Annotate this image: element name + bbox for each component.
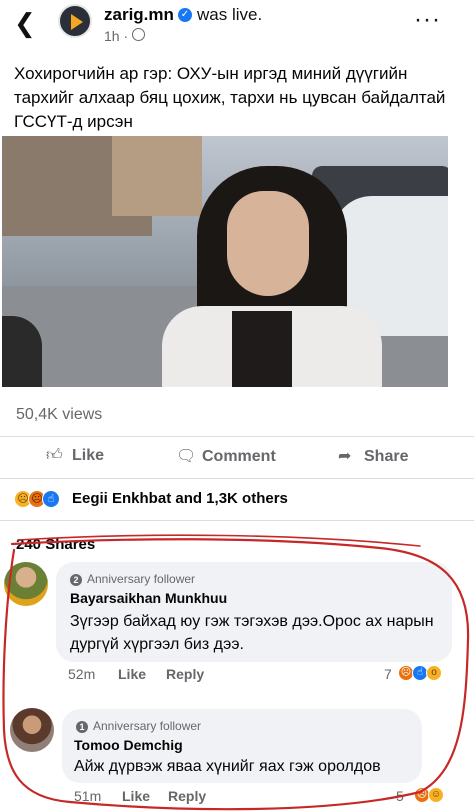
comment-time[interactable]: 52m xyxy=(68,666,95,682)
share-label: Share xyxy=(364,448,409,465)
view-count: 50,4K views xyxy=(16,406,103,423)
like-button[interactable]: 👍︎ Like xyxy=(46,446,104,465)
share-button[interactable]: ➦ Share xyxy=(338,446,408,466)
comment-reply-button[interactable]: Reply xyxy=(166,666,204,682)
comment-author[interactable]: Bayarsaikhan Munkhuu xyxy=(70,590,227,606)
post-actions: 👍︎ Like 🗨︎ Comment ➦ Share xyxy=(0,440,474,474)
comment-author[interactable]: Tomoo Demchig xyxy=(74,737,183,753)
like-label: Like xyxy=(72,447,105,464)
page-name[interactable]: zarig.mn xyxy=(104,5,174,25)
more-icon[interactable]: ··· xyxy=(414,6,441,34)
video-background-building xyxy=(112,136,202,216)
reaction-summary[interactable]: Eegii Enkhbat and 1,3K others xyxy=(72,490,288,507)
post-time[interactable]: 1h · xyxy=(104,28,128,44)
comment-reaction-count[interactable]: 7 xyxy=(384,666,392,682)
follower-badge: 2 Anniversary follower xyxy=(70,572,195,586)
play-logo-icon[interactable] xyxy=(58,4,92,38)
badge-label: Anniversary follower xyxy=(87,572,196,586)
divider xyxy=(0,436,474,437)
globe-icon xyxy=(132,28,145,41)
share-arrow-icon: ➦ xyxy=(338,448,352,465)
comment-text: Зүгээр байхад юу гэж тэгэхэв дээ.Орос ах… xyxy=(70,613,434,653)
comment-label: Comment xyxy=(202,448,276,465)
comment-time[interactable]: 51m xyxy=(74,788,101,804)
share-count[interactable]: 240 Shares xyxy=(16,536,95,553)
live-status: was live. xyxy=(197,5,263,24)
divider xyxy=(0,478,474,479)
comment-button[interactable]: 🗨︎ Comment xyxy=(176,446,276,466)
thumbs-up-icon: 👍︎ xyxy=(46,447,63,464)
comment-reply-button[interactable]: Reply xyxy=(168,788,206,804)
badge-label: Anniversary follower xyxy=(93,719,202,733)
back-arrow-icon[interactable]: ❮ xyxy=(14,8,36,39)
post-header: ❮ zarig.mn ✓ was live. 1h · ··· xyxy=(0,0,474,52)
comment-bubble-icon: 🗨︎ xyxy=(176,448,197,465)
comment-like-button[interactable]: Like xyxy=(118,666,146,682)
video-player[interactable]: ⤢ xyxy=(2,136,448,387)
badge-number: 1 xyxy=(76,721,88,733)
post-text: Хохирогчийн ар гэр: ОХУ-ын иргэд миний д… xyxy=(14,64,446,131)
comment-reaction-count[interactable]: 5 xyxy=(396,788,404,804)
comment-like-button[interactable]: Like xyxy=(122,788,150,804)
avatar[interactable] xyxy=(10,708,54,752)
comment-text: Айж дүрвэж яваа хүнийг яах гэж оролдов xyxy=(74,758,381,775)
avatar[interactable] xyxy=(4,562,48,606)
like-reaction-icon: ☝ xyxy=(42,490,60,508)
comment-bubble: 1 Anniversary follower Tomoo Demchig Айж … xyxy=(62,709,422,783)
wow-reaction-icon: o xyxy=(426,665,442,681)
badge-number: 2 xyxy=(70,574,82,586)
comment-bubble: 2 Anniversary follower Bayarsaikhan Munkh… xyxy=(56,562,452,662)
haha-reaction-icon: ☺ xyxy=(428,787,444,803)
video-interviewee-face xyxy=(227,191,309,296)
follower-badge: 1 Anniversary follower xyxy=(76,719,201,733)
divider xyxy=(0,520,474,521)
video-interviewee-shirt xyxy=(232,311,292,387)
verified-badge-icon: ✓ xyxy=(178,8,192,22)
